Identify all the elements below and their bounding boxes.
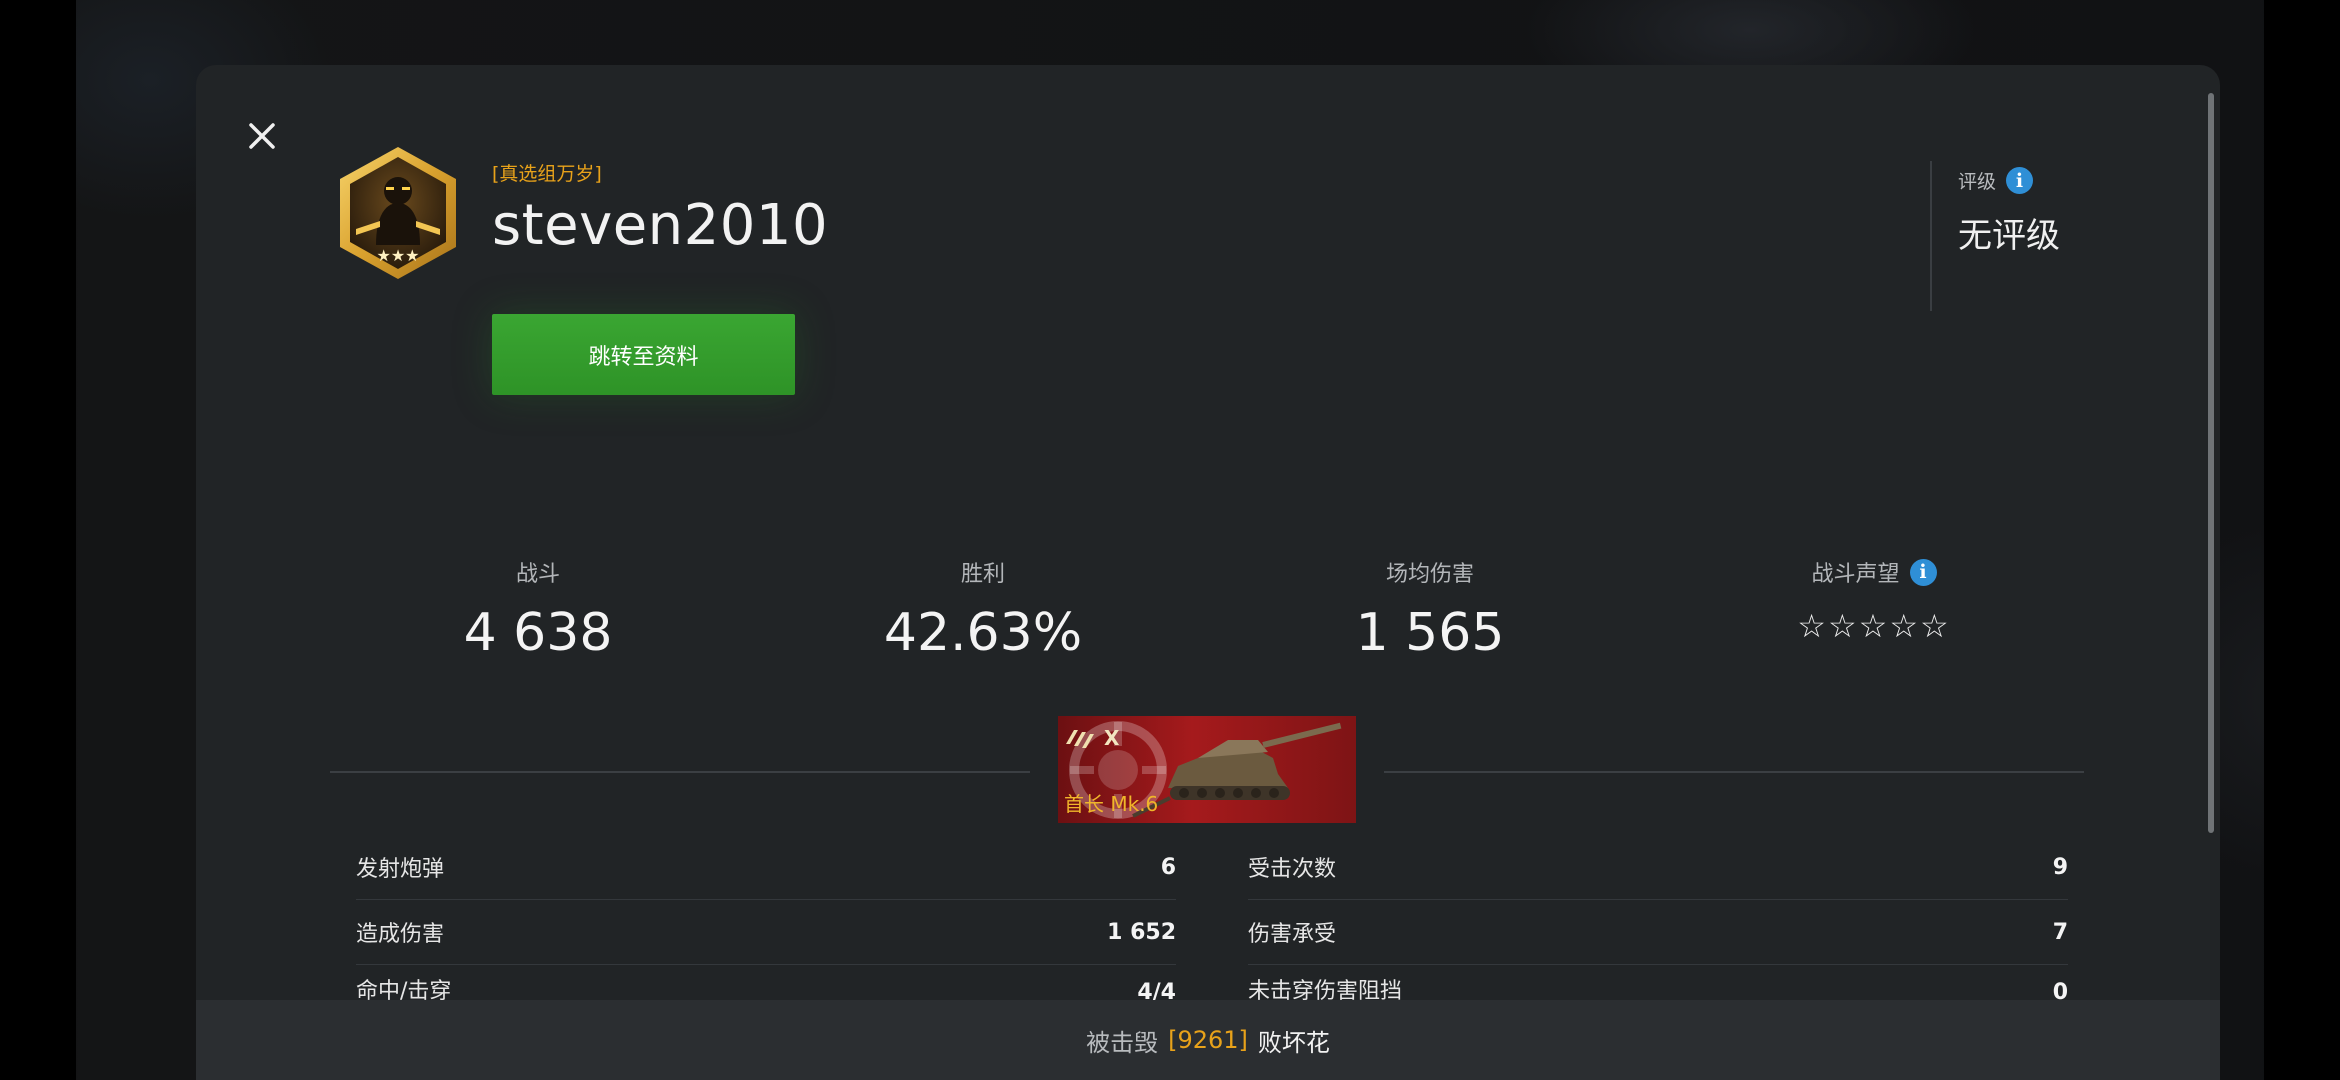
clan-tag: [真选组万岁] [492,163,602,185]
player-rank-emblem-icon: ★★★ [340,147,456,279]
stat-label: 场均伤害 [1385,562,1474,587]
stat-win-rate: 胜利 42.63% [783,555,1183,663]
detail-label: 伤害承受 [1248,922,1337,947]
stat-value: 1 565 [1355,603,1505,663]
detail-value: 1 652 [1107,919,1176,945]
close-button[interactable] [241,115,283,157]
detail-row: 受击次数 9 [1248,835,2068,900]
rating-value: 无评级 [1958,216,2060,256]
stat-label: 战斗声望 [1811,562,1900,587]
rating-label: 评级 [1958,171,1997,193]
stat-label: 战斗 [515,562,560,587]
detail-row: 发射炮弹 6 [356,835,1176,900]
close-icon [249,123,275,149]
detail-label: 受击次数 [1248,857,1337,882]
tank-name: 首长 Mk.6 [1064,792,1159,816]
svg-text:★★★: ★★★ [376,246,419,265]
stat-battles: 战斗 4 638 [338,555,738,663]
divider-left [330,771,1030,773]
rating-info-icon[interactable]: i [2006,167,2034,194]
detail-value: 6 [1160,854,1176,880]
tank-banner: X 首长 Mk.6 [1058,716,1356,823]
killer-clan-number: [9261] [1168,1026,1248,1054]
stat-value: 4 638 [463,603,613,663]
killer-name: 败坏花 [1257,1028,1330,1057]
go-to-profile-button[interactable]: 跳转至资料 [492,314,795,395]
detail-label: 造成伤害 [356,922,445,947]
player-name: steven2010 [492,193,829,258]
player-stats-dialog: ★★★ [真选组万岁] steven2010 跳转至资料 评级 i 无评级 战斗… [196,65,2220,1080]
detail-label: 发射炮弹 [356,857,445,882]
detail-row: 造成伤害 1 652 [356,900,1176,965]
reputation-stars: ☆☆☆☆☆ [1797,607,1951,645]
details-left-column: 发射炮弹 6 造成伤害 1 652 命中/击穿 4/4 [356,835,1176,1006]
tank-tier: X [1104,726,1120,750]
stat-value: 42.63% [883,603,1083,663]
footer-prefix: 被击毁 [1086,1028,1159,1057]
rating-panel: 评级 i 无评级 [1930,161,2060,311]
summary-stats: 战斗 4 638 胜利 42.63% 场均伤害 1 565 战斗声望 i ☆☆☆… [196,555,2220,675]
details-right-column: 受击次数 9 伤害承受 7 未击穿伤害阻挡 0 [1248,835,2068,1006]
detail-value: 7 [2052,919,2068,945]
destroyed-by-footer: 被击毁 [9261] 败坏花 [196,1000,2220,1080]
detail-value: 9 [2052,854,2068,880]
stat-avg-damage: 场均伤害 1 565 [1230,555,1630,663]
reputation-info-icon[interactable]: i [1909,558,1937,586]
scrollbar[interactable] [2208,93,2214,833]
stat-label: 胜利 [960,562,1005,587]
stat-battle-reputation: 战斗声望 i ☆☆☆☆☆ [1674,555,2074,645]
divider-right [1384,771,2084,773]
detail-row: 伤害承受 7 [1248,900,2068,965]
